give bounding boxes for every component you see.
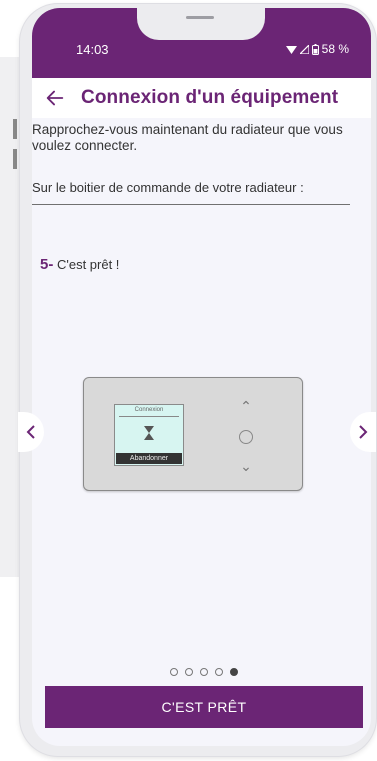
carousel-dot[interactable] bbox=[215, 668, 223, 676]
device-screen-title: Connexion bbox=[134, 407, 164, 413]
carousel-dot[interactable] bbox=[185, 668, 193, 676]
battery-level: 58 % bbox=[321, 42, 349, 56]
phone-notch bbox=[137, 8, 265, 40]
phone-speaker bbox=[186, 16, 214, 19]
divider bbox=[32, 204, 350, 205]
arrow-left-icon[interactable] bbox=[44, 87, 66, 109]
phone-frame: 14:03 58 % Connexion d'un équipement Rap… bbox=[20, 4, 376, 756]
ready-button[interactable]: C'EST PRÊT bbox=[45, 686, 363, 728]
instruction-text: Rapprochez-vous maintenant du radiateur … bbox=[32, 122, 343, 153]
carousel-indicator bbox=[170, 668, 238, 676]
background-mark bbox=[13, 149, 17, 169]
device-up-arrow-icon: ⌃ bbox=[240, 398, 252, 414]
battery-icon bbox=[311, 43, 319, 55]
instruction-subtext: Sur le boitier de commande de votre radi… bbox=[32, 180, 304, 195]
step-label: 5- C'est prêt ! bbox=[40, 256, 119, 273]
hourglass-icon bbox=[144, 426, 154, 440]
carousel-dot[interactable] bbox=[200, 668, 208, 676]
device-down-arrow-icon: ⌄ bbox=[240, 458, 252, 474]
app-bar: Connexion d'un équipement bbox=[32, 78, 371, 118]
step-number: 5- bbox=[40, 256, 54, 273]
device-ok-button-icon bbox=[234, 428, 258, 446]
chevron-left-icon bbox=[26, 425, 35, 439]
device-screen-divider bbox=[119, 416, 179, 417]
carousel-dot[interactable] bbox=[170, 668, 178, 676]
step-text: C'est prêt ! bbox=[56, 257, 120, 272]
signal-icon bbox=[299, 44, 309, 54]
device-abandon-button: Abandonner bbox=[116, 453, 182, 464]
page-title: Connexion d'un équipement bbox=[81, 87, 339, 108]
wifi-icon bbox=[285, 45, 297, 54]
background-mark bbox=[13, 119, 17, 139]
status-icons: 58 % bbox=[285, 42, 349, 56]
carousel-dot-active[interactable] bbox=[230, 668, 238, 676]
device-screen: Connexion Abandonner bbox=[114, 404, 184, 466]
status-time: 14:03 bbox=[76, 42, 109, 57]
chevron-right-icon bbox=[359, 425, 368, 439]
thermostat-control-box: Connexion Abandonner ⌃ ⌄ bbox=[83, 377, 303, 491]
